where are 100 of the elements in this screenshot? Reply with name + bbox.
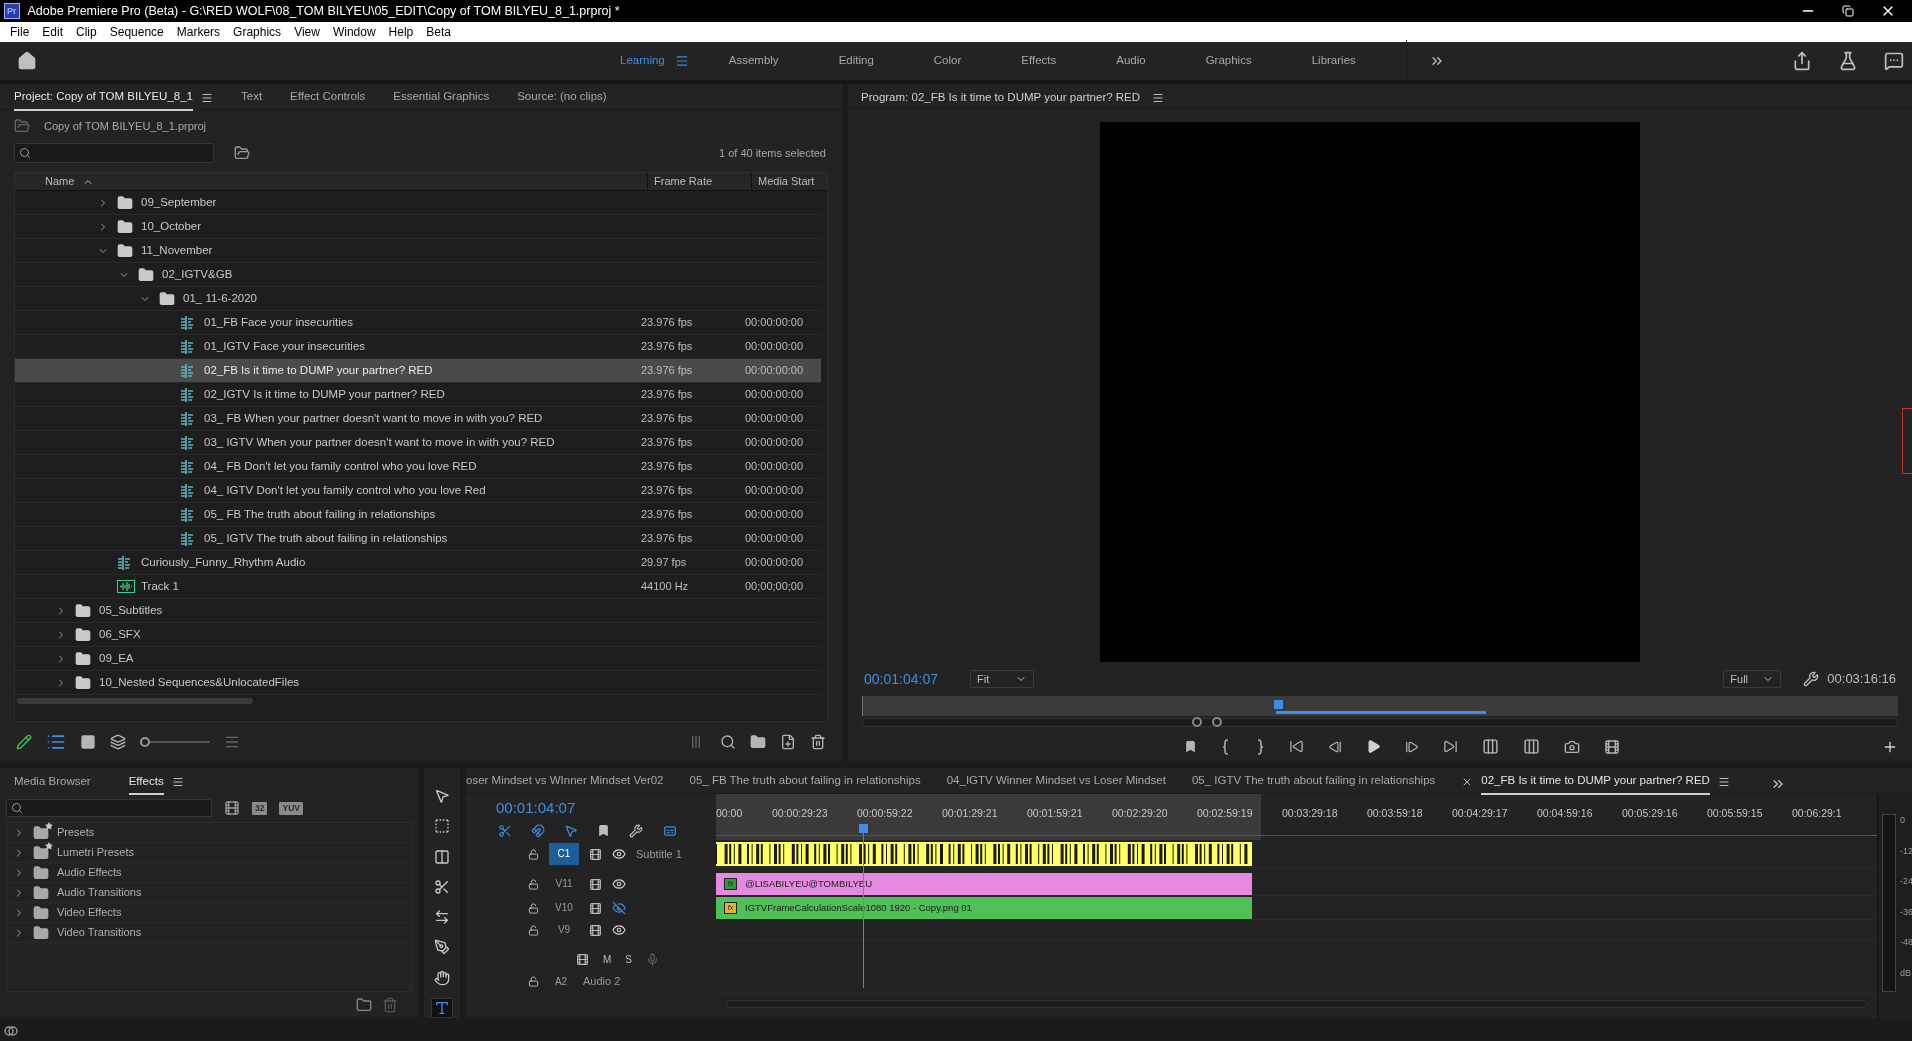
insert-icon[interactable] [1482,738,1499,755]
filter-badge[interactable]: YUV [279,801,303,815]
panel-tab[interactable]: 05_ FB The truth about failing in relationships [689,772,921,795]
panel-tab[interactable]: Effect Controls [290,88,366,111]
workspace-menu-icon[interactable] [674,54,689,68]
menu-item[interactable]: File [4,23,36,41]
menu-item[interactable]: Sequence [103,23,170,41]
effects-folder-row[interactable]: Audio Transitions [7,883,411,903]
filter-badge[interactable]: 32 [252,801,268,815]
accelerated-effects-icon[interactable] [224,800,240,816]
project-row[interactable]: 01_ 11-6-2020 [15,287,821,311]
new-item-icon[interactable] [780,734,796,750]
eye-icon[interactable] [612,847,626,861]
eye-icon[interactable] [612,923,626,937]
zoom-scroll-bar[interactable] [862,718,1898,727]
project-row[interactable]: 05_Subtitles [15,599,821,623]
resolution-dropdown[interactable]: Full [1723,670,1782,689]
snap-icon[interactable] [531,824,545,838]
tool-button[interactable] [431,997,453,1019]
horizontal-scrollbar[interactable] [17,698,253,704]
solo-button[interactable]: S [625,951,632,967]
menu-item[interactable]: View [288,23,326,41]
panel-tab[interactable]: Essential Graphics [393,88,490,111]
mark-out-icon[interactable] [1255,738,1265,755]
find-icon[interactable] [720,734,736,750]
new-bin-icon[interactable] [750,734,766,750]
linked-selection-icon[interactable] [564,824,578,838]
playhead-timecode[interactable]: 00:01:04:07 [864,668,970,690]
step-back-icon[interactable] [1328,739,1342,754]
panel-menu-icon[interactable] [1717,775,1730,788]
menu-item[interactable]: Beta [420,23,457,41]
project-row[interactable]: 06_SFX [15,623,821,647]
effects-folder-row[interactable]: Video Transitions [7,923,411,943]
project-row[interactable]: 03_ FB When your partner doesn't want to move in with you? RED 23.976 fps 00:00:00:00 [15,407,821,431]
feedback-icon[interactable] [1884,51,1904,71]
search-field[interactable] [6,799,212,817]
scrubber-bar[interactable] [862,696,1898,716]
workspace-tab[interactable]: Audio [1086,52,1176,70]
project-row[interactable]: 02_IGTV&GB [15,263,821,287]
lock-icon[interactable] [528,924,539,936]
freeform-view-icon[interactable] [110,734,126,750]
effects-folder-row[interactable]: Lumetri Presets [7,843,411,863]
sync-lock-icon[interactable] [589,901,602,915]
restore-icon[interactable] [1842,5,1854,17]
camera-icon[interactable] [1564,738,1580,755]
menu-item[interactable]: Window [326,23,382,41]
bin-up-icon[interactable] [14,118,30,134]
play-icon[interactable] [1366,739,1381,754]
mic-icon[interactable] [646,952,659,966]
mute-button[interactable]: M [603,951,612,967]
track-label[interactable]: A2 [549,973,573,989]
mark-in-icon[interactable] [1221,738,1231,755]
track-target[interactable]: C1 [549,843,579,865]
caption-clip[interactable] [716,842,1252,866]
project-row[interactable]: 02_IGTV Is it time to DUMP your partner? RED 23.976 fps 00:00:00:00 [15,383,821,407]
panel-tab[interactable]: Effects [128,772,164,796]
lock-icon[interactable] [528,902,539,914]
timeline-timecode[interactable]: 00:01:04:07 [496,799,576,816]
menu-item[interactable]: Clip [70,23,103,41]
list-view-icon[interactable] [46,732,66,752]
track-target[interactable]: V11 [549,873,579,895]
home-icon[interactable] [17,51,37,71]
zoom-slider[interactable] [140,737,210,747]
column-header[interactable]: Media Start [751,173,827,190]
column-header[interactable]: Name [45,173,75,190]
new-search-bin-icon[interactable] [234,145,250,161]
eye-icon[interactable] [612,877,626,891]
panel-tab[interactable]: Media Browser [14,772,91,796]
pencil-icon[interactable] [16,734,32,750]
project-row[interactable]: 05_ FB The truth about failing in relationships 23.976 fps 00:00:00:00 [15,503,821,527]
project-row[interactable]: Curiously_Funny_Rhythm Audio 29.97 fps 00:00:00:00 [15,551,821,575]
panel-tab[interactable]: 02_FB Is it time to DUMP your partner? RED [1481,772,1710,795]
playhead-marker[interactable] [1274,700,1283,709]
menu-item[interactable]: Edit [36,23,70,41]
project-row[interactable]: 09_September [15,191,821,215]
add-marker-icon[interactable] [597,824,610,837]
project-row[interactable]: 03_ IGTV When your partner doesn't want to move in with you? RED 23.976 fps 00:00:00:00 [15,431,821,455]
share-icon[interactable] [1792,51,1812,71]
go-to-out-icon[interactable] [1443,739,1458,754]
flask-icon[interactable] [1838,51,1858,71]
workspace-tab[interactable]: Editing [808,52,904,70]
menu-item[interactable]: Help [382,23,420,41]
settings-icon[interactable] [1803,671,1820,688]
sync-lock-icon[interactable] [576,952,589,966]
lock-icon[interactable] [528,975,539,987]
menu-item[interactable]: Markers [170,23,227,41]
effects-folder-row[interactable]: Audio Effects [7,863,411,883]
comparison-view-icon[interactable] [1604,738,1620,755]
panel-tab[interactable]: Source: (no clips) [517,88,607,111]
settings-icon[interactable] [629,824,643,838]
captions-icon[interactable] [662,824,678,838]
effects-folder-row[interactable]: Video Effects [7,903,411,923]
project-row[interactable]: 04_ IGTV Don't let you family control who you love Red 23.976 fps 00:00:00:00 [15,479,821,503]
lock-icon[interactable] [528,848,539,860]
project-row[interactable]: 09_EA [15,647,821,671]
panel-tab[interactable]: Text [241,88,263,111]
project-row[interactable]: 04_ FB Don't let you family control who you love RED 23.976 fps 00:00:00:00 [15,455,821,479]
zoom-dropdown[interactable]: Fit [970,670,1034,689]
effects-folder-row[interactable]: Presets [7,823,411,843]
icon-view-icon[interactable] [80,734,96,750]
